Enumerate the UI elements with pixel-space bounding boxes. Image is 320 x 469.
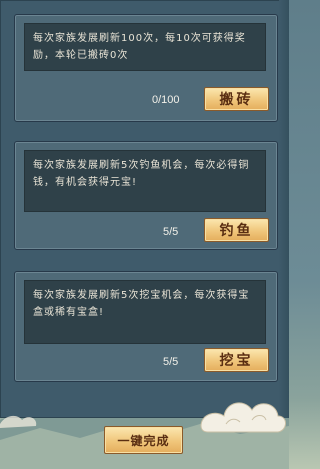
complete-all-button[interactable]: 一键完成 xyxy=(104,426,183,454)
task-card-fishing: 每次家族发展刷新5次钓鱼机会，每次必得铜钱，有机会获得元宝! 5/5 钓鱼 xyxy=(14,141,278,250)
task-card-treasure: 每次家族发展刷新5次挖宝机会，每次获得宝盒或稀有宝盒! 5/5 挖宝 xyxy=(14,271,278,382)
cloud-decoration-left-icon xyxy=(0,415,37,428)
task-description: 每次家族发展刷新5次挖宝机会，每次获得宝盒或稀有宝盒! xyxy=(24,280,266,344)
fishing-button[interactable]: 钓鱼 xyxy=(204,218,269,242)
panel-edge xyxy=(279,0,289,418)
cloud-decoration-icon xyxy=(200,402,286,433)
task-progress: 5/5 xyxy=(163,226,179,238)
task-description: 每次家族发展刷新5次钓鱼机会，每次必得铜钱，有机会获得元宝! xyxy=(24,150,266,212)
task-progress: 5/5 xyxy=(163,356,179,368)
task-progress: 0/100 xyxy=(152,94,180,106)
task-card-brick: 每次家族发展刷新100次，每10次可获得奖励，本轮已搬砖0次 0/100 搬砖 xyxy=(14,14,278,122)
dig-treasure-button[interactable]: 挖宝 xyxy=(204,348,269,372)
task-description: 每次家族发展刷新100次，每10次可获得奖励，本轮已搬砖0次 xyxy=(24,23,266,71)
move-brick-button[interactable]: 搬砖 xyxy=(204,87,269,111)
